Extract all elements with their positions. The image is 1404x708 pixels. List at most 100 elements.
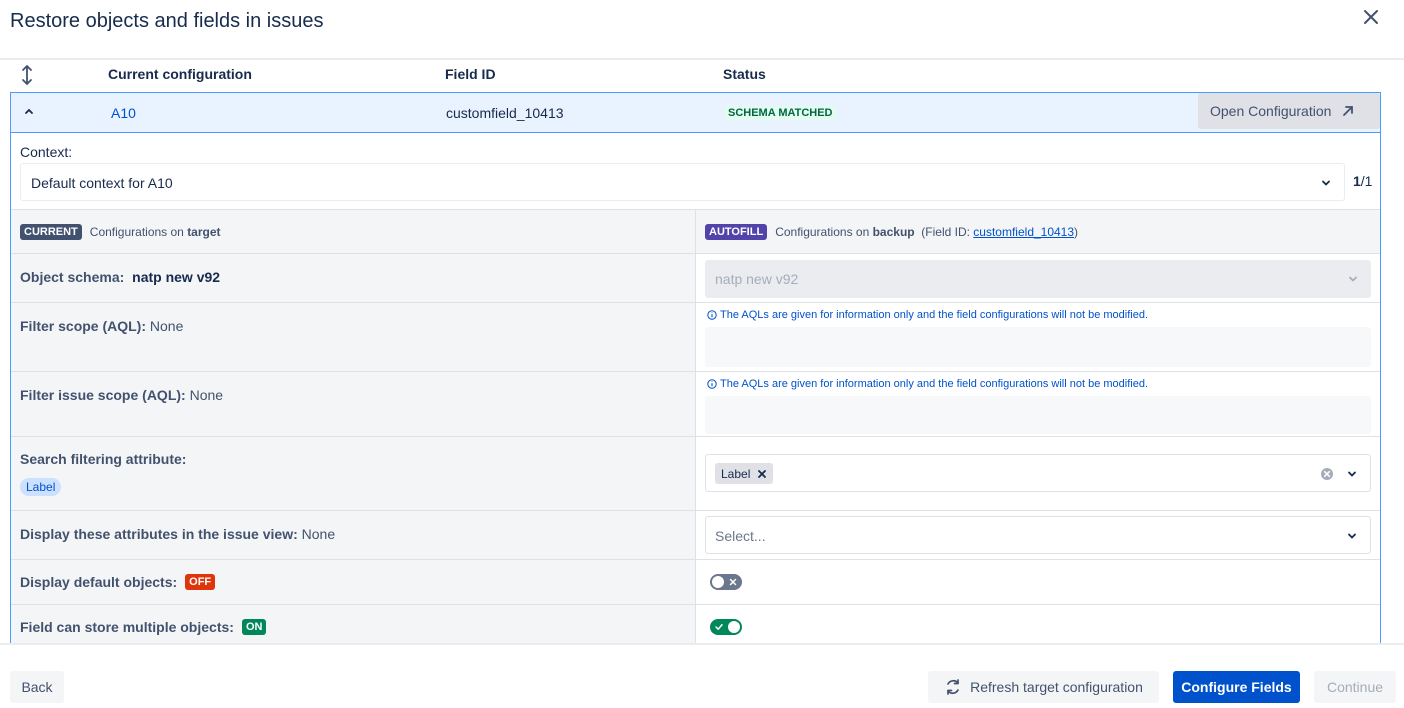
object-schema-label: Object schema: xyxy=(20,269,125,285)
expand-collapse-all-icon[interactable] xyxy=(20,64,34,86)
open-configuration-button[interactable]: Open Configuration xyxy=(1198,93,1380,129)
display-attributes-backup: Select... xyxy=(696,511,1380,559)
display-default-status-badge: OFF xyxy=(185,574,216,590)
refresh-label: Refresh target configuration xyxy=(970,679,1143,695)
multiple-objects-label: Field can store multiple objects: xyxy=(20,619,234,635)
filter-issue-scope-note: The AQLs are given for information only … xyxy=(720,378,1149,390)
backup-column-header: AUTOFILL Configurations on backup (Field… xyxy=(696,210,1380,253)
field-id: customfield_10413 xyxy=(446,105,564,121)
modal-title: Restore objects and fields in issues xyxy=(10,10,324,32)
display-default-current: Display default objects: OFF xyxy=(11,560,696,604)
configuration-panel: A10 customfield_10413 SCHEMA MATCHED Ope… xyxy=(10,92,1381,643)
search-filtering-current: Search filtering attribute: Label xyxy=(11,437,696,510)
current-caption-strong: target xyxy=(187,225,221,239)
filter-scope-info: The AQLs are given for information only … xyxy=(707,309,1148,321)
multiple-objects-row: Field can store multiple objects: ON xyxy=(11,604,1380,643)
current-column-header: CURRENT Configurations on target xyxy=(11,210,696,253)
chevron-up-icon[interactable] xyxy=(23,105,35,117)
chevron-down-icon xyxy=(1322,180,1330,186)
filter-issue-scope-value: None xyxy=(189,387,224,403)
object-schema-row: Object schema: natp new v92 natp new v92 xyxy=(11,253,1380,302)
close-icon xyxy=(729,578,737,586)
search-filtering-label: Search filtering attribute: xyxy=(20,451,187,467)
search-filtering-backup: Label xyxy=(696,437,1380,510)
table-header: Current configuration Field ID Status xyxy=(10,62,1381,92)
display-default-backup xyxy=(696,560,1380,604)
context-label: Context: xyxy=(20,144,73,160)
filter-scope-current: Filter scope (AQL): None xyxy=(11,303,696,371)
filter-scope-value: None xyxy=(149,318,184,334)
clear-icon[interactable] xyxy=(1320,467,1334,481)
chevron-down-icon xyxy=(1348,533,1356,539)
current-caption-prefix: Configurations on xyxy=(89,225,188,239)
modal-header: Restore objects and fields in issues xyxy=(0,0,1404,60)
configure-fields-button[interactable]: Configure Fields xyxy=(1173,671,1300,703)
table-row[interactable]: A10 customfield_10413 SCHEMA MATCHED Ope… xyxy=(11,93,1380,133)
display-attributes-select[interactable]: Select... xyxy=(705,516,1371,554)
search-filtering-chip: Label xyxy=(20,478,62,496)
backup-caption-strong: backup xyxy=(872,225,915,239)
selected-tag-label: Label xyxy=(721,466,751,481)
pager-total: /1 xyxy=(1360,173,1373,189)
backup-field-id-link[interactable]: customfield_10413 xyxy=(973,225,1074,239)
context-select[interactable]: Default context for A10 xyxy=(20,163,1345,201)
object-schema-select: natp new v92 xyxy=(705,260,1371,298)
display-default-row: Display default objects: OFF xyxy=(11,559,1380,604)
display-default-toggle[interactable] xyxy=(710,574,742,590)
filter-issue-scope-current: Filter issue scope (AQL): None xyxy=(11,372,696,436)
comparison-header-row: CURRENT Configurations on target AUTOFIL… xyxy=(11,209,1380,253)
filter-scope-row: Filter scope (AQL): None The AQLs are gi… xyxy=(11,302,1380,371)
status-badge: SCHEMA MATCHED xyxy=(725,106,836,120)
multiple-objects-backup xyxy=(696,605,1380,643)
multiple-objects-toggle[interactable] xyxy=(710,619,742,635)
toggle-knob xyxy=(728,621,740,633)
filter-issue-scope-label: Filter issue scope (AQL): xyxy=(20,387,186,403)
check-icon xyxy=(715,624,723,631)
refresh-target-configuration-button[interactable]: Refresh target configuration xyxy=(928,671,1159,703)
multiple-objects-current: Field can store multiple objects: ON xyxy=(11,605,696,643)
column-header-current-configuration: Current configuration xyxy=(108,66,252,82)
search-filtering-select[interactable]: Label xyxy=(705,454,1371,492)
filter-issue-scope-info: The AQLs are given for information only … xyxy=(707,378,1148,390)
chevron-down-icon xyxy=(1349,276,1357,282)
remove-tag-icon[interactable] xyxy=(757,469,767,479)
chevron-down-icon[interactable] xyxy=(1346,468,1358,480)
info-icon xyxy=(707,379,717,389)
filter-scope-label: Filter scope (AQL): xyxy=(20,318,147,334)
close-icon[interactable] xyxy=(1360,6,1382,28)
filter-scope-aql-field xyxy=(705,327,1371,367)
configuration-name-link[interactable]: A10 xyxy=(111,105,136,121)
object-schema-value: natp new v92 xyxy=(132,269,221,285)
context-pager: 1/1 xyxy=(1353,173,1372,189)
column-header-field-id: Field ID xyxy=(445,66,496,82)
display-attributes-value: None xyxy=(301,526,336,542)
backup-caption-prefix: Configurations on xyxy=(775,225,873,239)
display-attributes-label: Display these attributes in the issue vi… xyxy=(20,526,298,542)
continue-button[interactable]: Continue xyxy=(1314,671,1396,703)
open-configuration-label: Open Configuration xyxy=(1210,103,1332,119)
filter-issue-scope-row: Filter issue scope (AQL): None The AQLs … xyxy=(11,371,1380,436)
refresh-icon xyxy=(947,679,959,695)
external-link-icon xyxy=(1343,106,1354,116)
column-header-status: Status xyxy=(723,66,766,82)
search-filtering-row: Search filtering attribute: Label Label xyxy=(11,436,1380,510)
filter-issue-scope-backup: The AQLs are given for information only … xyxy=(696,372,1380,436)
current-badge: CURRENT xyxy=(20,224,82,240)
back-button[interactable]: Back xyxy=(10,671,64,703)
object-schema-select-value: natp new v92 xyxy=(715,271,799,287)
toggle-knob xyxy=(712,576,724,588)
filter-scope-backup: The AQLs are given for information only … xyxy=(696,303,1380,371)
modal-footer: Back Refresh target configuration Config… xyxy=(0,643,1404,708)
field-id-prefix: (Field ID: xyxy=(921,225,974,239)
filter-issue-scope-aql-field xyxy=(705,396,1371,434)
display-attributes-placeholder: Select... xyxy=(715,528,766,544)
display-default-label: Display default objects: xyxy=(20,574,178,590)
multiple-objects-status-badge: ON xyxy=(241,619,267,635)
object-schema-current: Object schema: natp new v92 xyxy=(11,254,696,302)
field-id-suffix: ) xyxy=(1074,225,1079,239)
pager-current: 1 xyxy=(1353,173,1361,189)
display-attributes-current: Display these attributes in the issue vi… xyxy=(11,511,696,559)
selected-tag: Label xyxy=(715,463,774,484)
filter-scope-note: The AQLs are given for information only … xyxy=(720,309,1149,321)
display-attributes-row: Display these attributes in the issue vi… xyxy=(11,510,1380,559)
